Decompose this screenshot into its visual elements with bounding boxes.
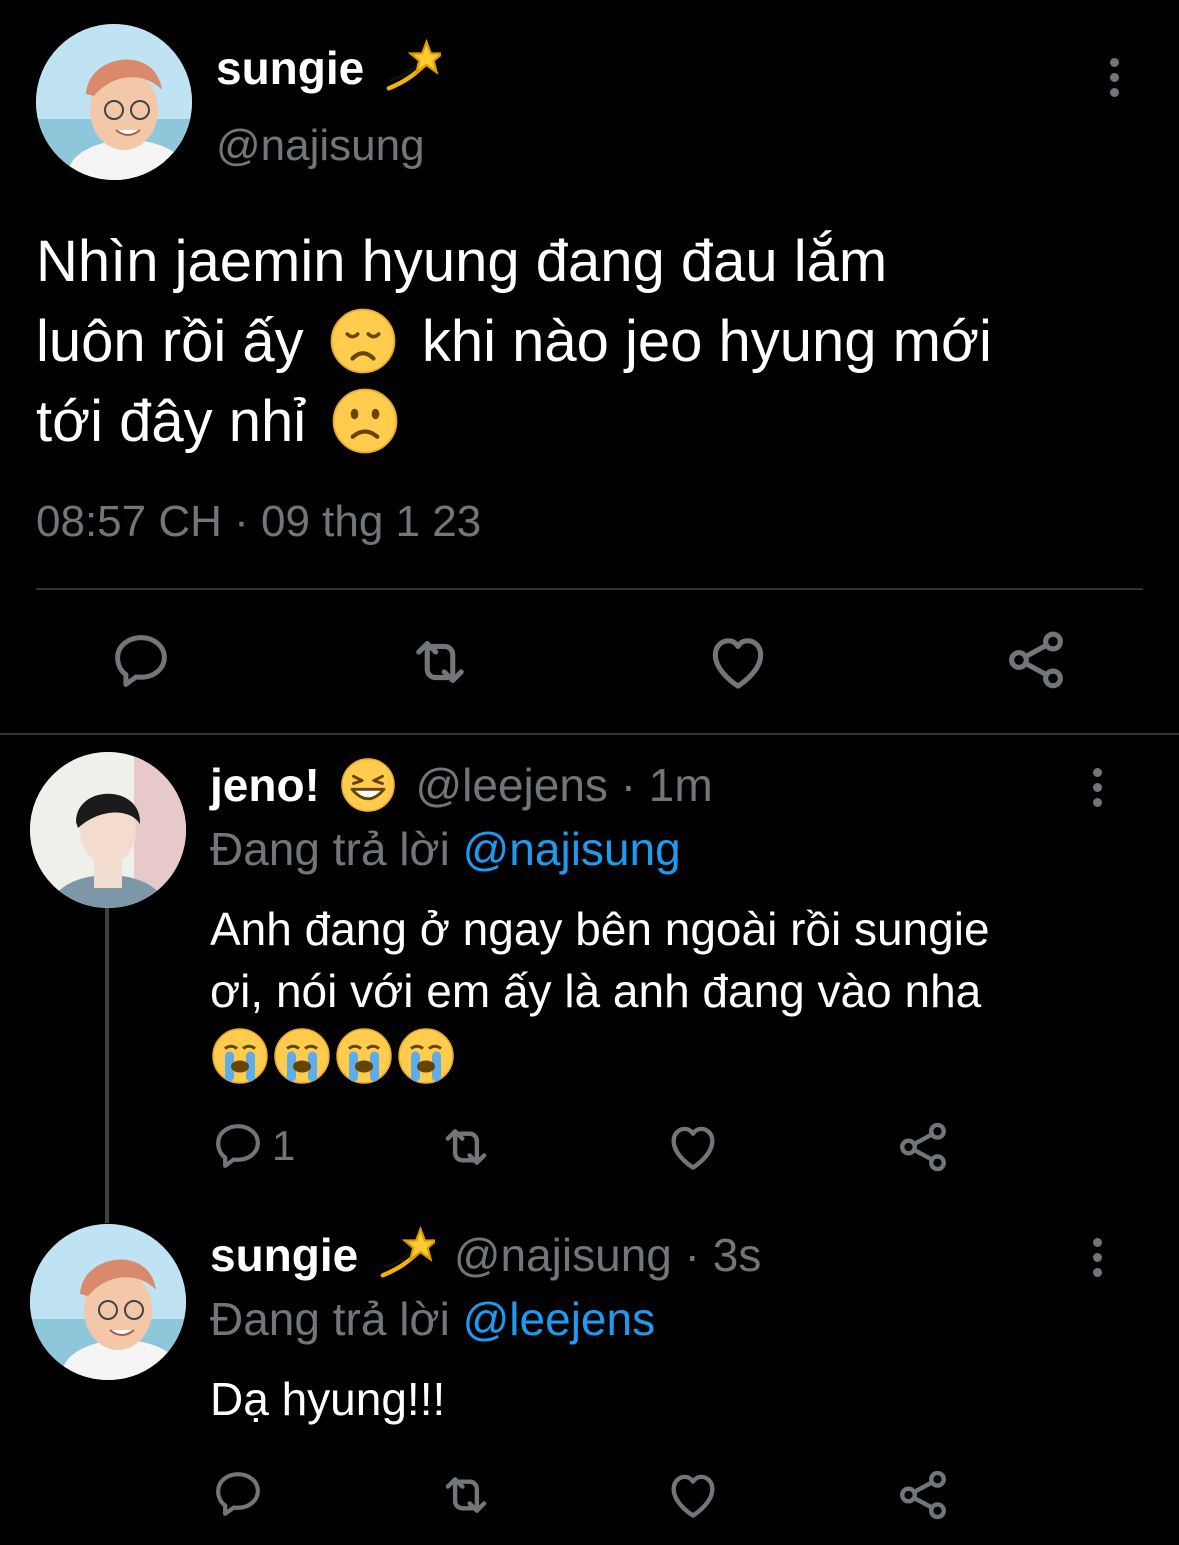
main-text-line2-a: luôn rồi ấy (36, 309, 304, 374)
reply1-display-name[interactable]: jeno! (210, 759, 320, 811)
main-reply-button[interactable] (108, 628, 174, 694)
heart-icon (704, 628, 772, 696)
share-icon (894, 1466, 952, 1524)
main-avatar[interactable] (36, 24, 192, 180)
grinning-squinting-face-emoji-icon (339, 756, 397, 814)
reply-icon (210, 1466, 266, 1522)
reply1-text-line1: Anh đang ở ngay bên ngoài rồi sungie (210, 903, 990, 955)
crying-face-emoji-icon (396, 1026, 456, 1086)
section-divider (0, 733, 1179, 735)
main-display-name[interactable]: sungie (216, 40, 441, 97)
display-name-text[interactable]: sungie (216, 42, 364, 94)
disappointed-face-emoji-icon (328, 306, 398, 376)
reply2-text: Dạ hyung!!! (210, 1373, 446, 1425)
retweet-icon (406, 628, 474, 696)
reply1-replying-to: Đang trả lời @najisung (210, 820, 681, 878)
reply-icon (210, 1118, 266, 1174)
replying-prefix: Đang trả lời (210, 1293, 450, 1345)
reply1-mention-link[interactable]: @najisung (463, 823, 681, 875)
crying-face-emoji-icon (210, 1026, 270, 1086)
slightly-frowning-face-emoji-icon (330, 386, 400, 456)
dizzy-emoji-icon (377, 1226, 435, 1284)
reply1-reply-count: 1 (272, 1122, 296, 1169)
reply1-avatar[interactable] (30, 752, 186, 908)
reply1-header: jeno! @leejens · 1m (210, 756, 713, 814)
share-icon (894, 1118, 952, 1176)
main-divider (36, 588, 1143, 590)
reply2-handle-time[interactable]: @najisung · 3s (454, 1229, 762, 1281)
reply2-avatar[interactable] (30, 1224, 186, 1380)
reply1-like-button[interactable] (664, 1118, 722, 1176)
main-timestamp[interactable]: 08:57 CH · 09 thg 1 23 (36, 494, 481, 550)
crying-face-emoji-icon (272, 1026, 332, 1086)
reply2-retweet-button[interactable] (437, 1466, 495, 1524)
heart-icon (664, 1118, 722, 1176)
main-text-line2: luôn rồi ấy khi nào jeo hyung mới (36, 302, 992, 382)
reply2-header: sungie @najisung · 3s (210, 1226, 761, 1284)
replying-prefix: Đang trả lời (210, 823, 450, 875)
main-tweet-text: Nhìn jaemin hyung đang đau lắm luôn rồi … (36, 222, 992, 462)
avatar-photo (36, 24, 192, 180)
reply1-reply-button[interactable]: 1 (210, 1118, 295, 1174)
reply1-text-line2: ơi, nói với em ấy là anh đang vào nha (210, 965, 982, 1017)
main-text-line3: tới đây nhỉ (36, 382, 992, 462)
reply1-retweet-button[interactable] (437, 1118, 495, 1176)
reply1-share-button[interactable] (894, 1118, 952, 1176)
reply2-mention-link[interactable]: @leejens (463, 1293, 655, 1345)
avatar-photo (30, 752, 186, 908)
reply-icon (108, 628, 174, 694)
main-more-menu-icon[interactable] (1108, 58, 1120, 103)
main-like-button[interactable] (704, 628, 772, 696)
reply1-emoji-row (210, 1026, 990, 1101)
reply1-more-menu-icon[interactable] (1091, 768, 1103, 813)
reply2-reply-button[interactable] (210, 1466, 266, 1522)
main-text-line1: Nhìn jaemin hyung đang đau lắm (36, 229, 888, 294)
reply2-more-menu-icon[interactable] (1091, 1238, 1103, 1283)
thread-line (105, 905, 109, 1223)
reply1-handle-time[interactable]: @leejens · 1m (415, 759, 712, 811)
main-text-line2-b: khi nào jeo hyung mới (421, 309, 992, 374)
main-handle[interactable]: @najisung (216, 118, 425, 174)
reply1-text: Anh đang ở ngay bên ngoài rồi sungie ơi,… (210, 898, 990, 1101)
avatar-photo (30, 1224, 186, 1380)
reply2-like-button[interactable] (664, 1466, 722, 1524)
main-text-line3-text: tới đây nhỉ (36, 389, 307, 454)
reply2-replying-to: Đang trả lời @leejens (210, 1290, 655, 1348)
dizzy-emoji-icon (383, 39, 441, 97)
main-share-button[interactable] (1002, 626, 1070, 694)
share-icon (1002, 626, 1070, 694)
crying-face-emoji-icon (334, 1026, 394, 1086)
heart-icon (664, 1466, 722, 1524)
retweet-icon (437, 1466, 495, 1524)
main-retweet-button[interactable] (406, 628, 474, 696)
reply2-display-name[interactable]: sungie (210, 1229, 358, 1281)
retweet-icon (437, 1118, 495, 1176)
reply2-share-button[interactable] (894, 1466, 952, 1524)
